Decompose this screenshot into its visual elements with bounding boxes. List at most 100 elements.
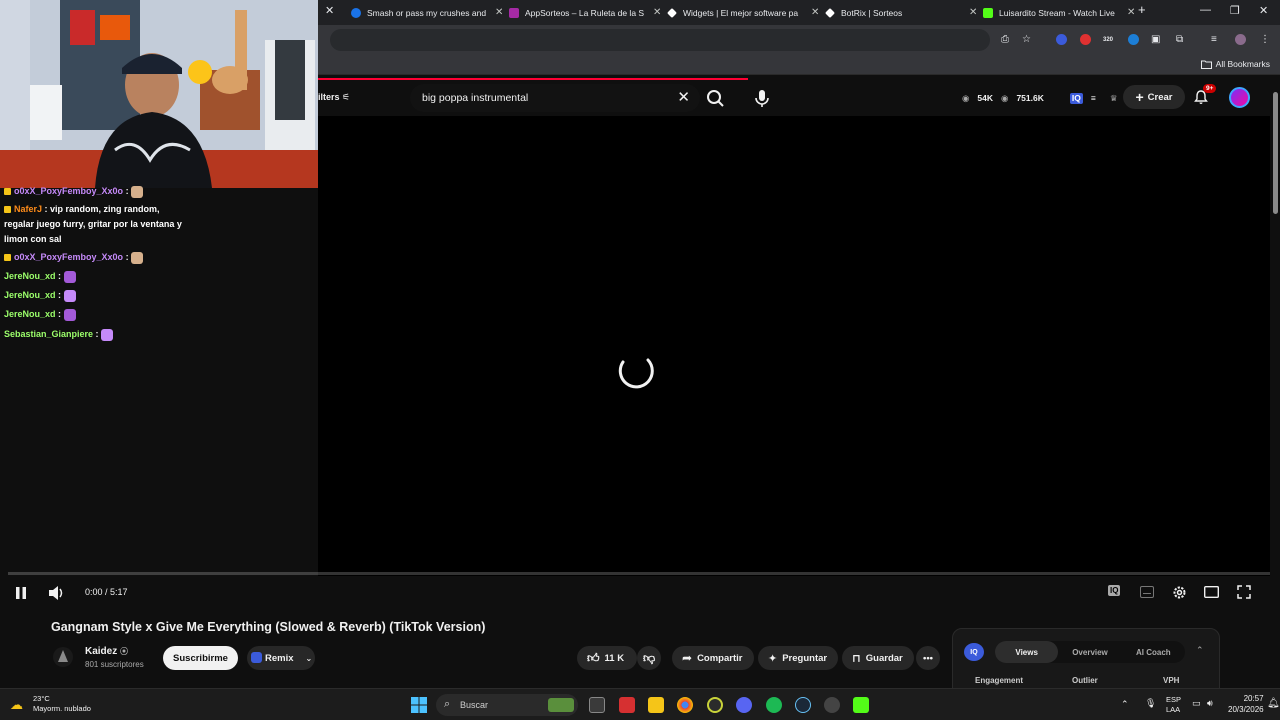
ask-button[interactable]: ✦ Preguntar <box>758 646 838 670</box>
windows-start-icon[interactable] <box>411 697 427 713</box>
clear-search-icon[interactable]: ✕ <box>677 88 690 106</box>
network-icon[interactable]: ▭ <box>1192 698 1201 709</box>
vidiq-player-icon[interactable]: IQ <box>1108 585 1121 596</box>
chat-username[interactable]: o0xX_PoxyFemboy_Xx0o <box>14 252 123 262</box>
time-display: 0:00 / 5:17 <box>85 587 128 597</box>
close-icon[interactable]: ✕ <box>325 4 334 17</box>
fullscreen-icon[interactable] <box>1237 585 1251 599</box>
browser-tab-2[interactable]: AppSorteos – La Ruleta de la S ✕ <box>503 2 661 23</box>
weather-widget[interactable]: 23°C Mayorm. nublado <box>33 694 91 714</box>
taskbar-search-input[interactable]: ⌕ Buscar <box>436 694 578 716</box>
chat-username[interactable]: NaferJ <box>14 204 42 214</box>
create-button[interactable]: + Crear <box>1123 85 1185 109</box>
browser-tab-3[interactable]: Widgets | El mejor software pa ✕ <box>661 2 819 23</box>
filters-button[interactable]: ilters ⚟ <box>318 92 350 103</box>
microphone-icon[interactable] <box>750 86 774 110</box>
app-icon[interactable] <box>707 697 723 713</box>
chat-emote-icon <box>63 289 76 302</box>
browser-tab-4[interactable]: BotRix | Sorteos ✕ <box>819 2 977 23</box>
chat-text: limon con sal <box>4 234 62 244</box>
video-player[interactable] <box>318 116 1270 576</box>
verified-icon: ⦿ <box>120 647 129 656</box>
system-clock[interactable]: 20:57 20/3/2026 <box>1228 693 1264 715</box>
chat-username[interactable]: JereNou_xd <box>4 290 56 300</box>
sliders-icon: ⚟ <box>342 92 351 102</box>
share-button[interactable]: ➦ Compartir <box>672 646 754 670</box>
app-icon[interactable] <box>619 697 635 713</box>
pause-icon[interactable] <box>14 586 28 600</box>
discord-icon[interactable] <box>736 697 752 713</box>
new-tab-icon[interactable]: + <box>1138 2 1146 17</box>
language-indicator[interactable]: ESP <box>1166 695 1181 704</box>
chat-separator: : <box>55 309 64 319</box>
trophy-icon[interactable]: ♕ <box>1110 93 1118 104</box>
chevron-up-icon[interactable]: ⌃ <box>1196 645 1204 656</box>
more-actions-button[interactable]: ••• <box>916 646 940 670</box>
vidiq-icon[interactable]: IQ <box>1069 93 1083 104</box>
chat-username[interactable]: o0xX_PoxyFemboy_Xx0o <box>14 186 123 196</box>
file-explorer-icon[interactable] <box>648 697 664 713</box>
profile-icon[interactable] <box>1235 34 1246 45</box>
chat-message: o0xX_PoxyFemboy_Xx0o : <box>4 250 144 265</box>
obs-icon[interactable] <box>824 697 840 713</box>
chevron-up-icon[interactable]: ⌃ <box>1121 699 1129 710</box>
chat-username[interactable]: Sebastian_Gianpiere <box>4 329 93 339</box>
browser-tab-5[interactable]: Luisardito Stream - Watch Live ✕ <box>977 2 1135 23</box>
microphone-icon[interactable]: 🎙︎ <box>1145 698 1156 709</box>
avatar[interactable] <box>1229 87 1250 108</box>
page-scrollbar[interactable] <box>1270 80 1280 688</box>
vidiq-remix-icon <box>251 652 262 663</box>
subscriber-count: 801 suscriptores <box>85 660 144 669</box>
search-icon[interactable] <box>704 88 728 108</box>
kebab-menu-icon[interactable]: ⋮ <box>1260 34 1270 45</box>
tab-views[interactable]: Views <box>995 641 1059 663</box>
subscribe-button[interactable]: Suscribirme <box>163 646 238 670</box>
settings-gear-icon[interactable] <box>1172 585 1187 600</box>
install-app-icon[interactable]: ⎙ <box>1001 34 1009 45</box>
task-view-icon[interactable] <box>589 697 605 713</box>
window-close-icon[interactable]: ✕ <box>1259 4 1268 17</box>
restore-icon[interactable]: ❐ <box>1230 4 1240 17</box>
volume-icon[interactable] <box>48 585 66 601</box>
extension-icon[interactable] <box>1128 34 1139 45</box>
close-icon[interactable]: ✕ <box>1127 7 1135 18</box>
save-button[interactable]: ⊓ Guardar <box>842 646 914 670</box>
column-engagement: Engagement <box>975 676 1024 685</box>
speaker-icon[interactable]: 🔊︎ <box>1207 698 1213 709</box>
spotify-icon[interactable] <box>766 697 782 713</box>
minimize-icon[interactable]: — <box>1200 4 1211 16</box>
subscriber-badge-icon <box>4 188 11 196</box>
search-input[interactable]: big poppa instrumental ✕ <box>410 84 700 112</box>
all-bookmarks-button[interactable]: All Bookmarks <box>1200 59 1270 69</box>
clock-date: 20/3/2026 <box>1228 705 1264 714</box>
bookmark-star-icon[interactable]: ☆ <box>1022 34 1031 45</box>
video-progress-bar[interactable] <box>8 572 1270 575</box>
chrome-icon[interactable] <box>677 697 693 713</box>
keyboard-layout-indicator[interactable]: LAA <box>1166 705 1180 714</box>
chat-username[interactable]: JereNou_xd <box>4 309 56 319</box>
puzzle-icon[interactable]: ⧉ <box>1176 34 1183 45</box>
theater-mode-icon[interactable] <box>1204 586 1219 598</box>
extension-icon[interactable] <box>1080 34 1091 45</box>
dislike-button[interactable]: 👎︎ <box>637 646 661 670</box>
steam-icon[interactable] <box>795 697 811 713</box>
notification-center-icon[interactable]: 🔔︎ <box>1267 698 1280 709</box>
like-button[interactable]: 👍︎ 11 K <box>577 646 637 670</box>
extension-icon[interactable] <box>1056 34 1067 45</box>
browser-tab-1[interactable]: Smash or pass my crushes and ✕ <box>345 2 503 23</box>
tab-ai-coach[interactable]: AI Coach <box>1122 641 1185 663</box>
subtitles-icon[interactable] <box>1140 586 1154 598</box>
kick-icon[interactable] <box>853 697 869 713</box>
tab-overview[interactable]: Overview <box>1058 641 1121 663</box>
tab-label: Luisardito Stream - Watch Live <box>999 7 1115 18</box>
address-bar[interactable] <box>330 29 990 51</box>
chat-username[interactable]: JereNou_xd <box>4 271 56 281</box>
menu-icon[interactable]: ≡ <box>1091 93 1096 104</box>
extension-icon[interactable]: ▣ <box>1151 34 1160 45</box>
channel-avatar[interactable] <box>53 647 73 667</box>
remix-button[interactable]: Remix ⌄ <box>247 646 315 670</box>
scrollbar-thumb[interactable] <box>1273 92 1278 214</box>
extension-badge-icon[interactable]: 320 <box>1103 37 1113 43</box>
tab-search-icon[interactable]: ≡ <box>1211 34 1217 45</box>
channel-name[interactable]: Kaidez ⦿ <box>85 646 128 657</box>
